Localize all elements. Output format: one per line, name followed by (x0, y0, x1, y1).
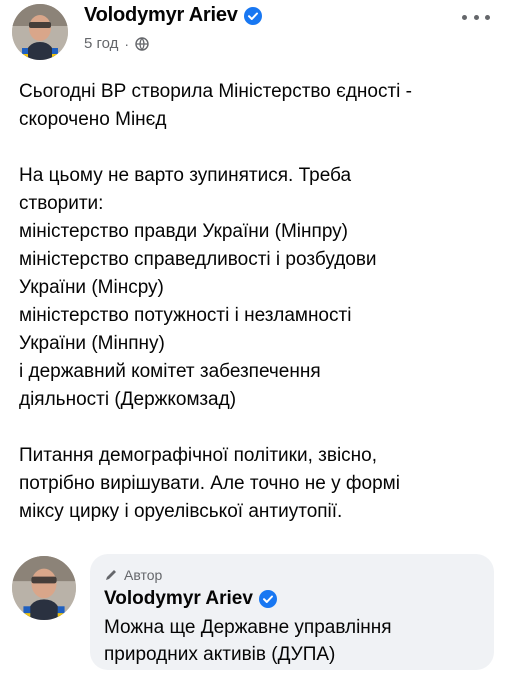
post-header: Volodymyr Ariev 5 год · (12, 0, 498, 66)
author-badge: Автор (104, 564, 480, 586)
post-paragraph: Питання демографічної політики, звісно, … (19, 442, 499, 526)
avatar-image (12, 4, 68, 60)
post-line: міксу цирку і оруелівської антиутопії. (19, 501, 343, 522)
comment-avatar-image (12, 556, 76, 620)
comment-line: природних активів (ДУПА) (104, 644, 336, 665)
post-line: України (Мінсру) (19, 277, 164, 298)
globe-icon[interactable] (135, 36, 149, 51)
post-line: діяльності (Держкомзад) (19, 389, 237, 410)
comment-author-name-text[interactable]: Volodymyr Ariev (104, 588, 253, 610)
comment-author-name[interactable]: Volodymyr Ariev (104, 586, 480, 612)
post-line: Питання демографічної політики, звісно, (19, 445, 378, 466)
author-avatar[interactable] (12, 4, 68, 60)
comment-text: Можна ще Державне управління природних а… (104, 614, 480, 668)
more-options-icon[interactable] (462, 6, 490, 28)
post-line: міністерство правди України (Мінпру) (19, 221, 348, 242)
post-line: створити: (19, 193, 104, 214)
more-dot (473, 14, 479, 20)
verified-badge-icon (243, 6, 262, 25)
post-paragraph: Сьогодні ВР створила Міністерство єдност… (19, 78, 499, 134)
post-body: Сьогодні ВР створила Міністерство єдност… (19, 78, 499, 554)
post-paragraph: На цьому не варто зупинятися. Треба ство… (19, 162, 499, 414)
comment-author-avatar[interactable] (12, 556, 76, 620)
post-meta: 5 год · (84, 35, 149, 52)
more-dot (462, 14, 467, 20)
post-author-name-text[interactable]: Volodymyr Ariev (84, 4, 238, 27)
post-line: і державний комітет забезпечення (19, 361, 321, 382)
post-line: України (Мінпну) (19, 333, 165, 354)
comment-line: Можна ще Державне управління (104, 617, 392, 638)
post-line: потрібно вирішувати. Але точно не у форм… (19, 473, 400, 494)
post-line: міністерство справедливості і розбудови (19, 249, 377, 270)
meta-separator: · (124, 35, 130, 52)
post-line: На цьому не варто зупинятися. Треба (19, 165, 352, 186)
verified-badge-icon (258, 590, 277, 608)
post-line: міністерство потужності і незламності (19, 305, 352, 326)
post-author-name[interactable]: Volodymyr Ariev (84, 4, 262, 27)
post-line: Сьогодні ВР створила Міністерство єдност… (19, 81, 412, 102)
pencil-icon (106, 570, 116, 580)
author-badge-label: Автор (124, 567, 163, 583)
more-dot (485, 14, 490, 20)
post-line: скорочено Мінєд (19, 109, 167, 130)
post-time[interactable]: 5 год (84, 35, 118, 52)
comment-bubble: Автор Volodymyr Ariev Можна ще Державне … (90, 554, 494, 670)
